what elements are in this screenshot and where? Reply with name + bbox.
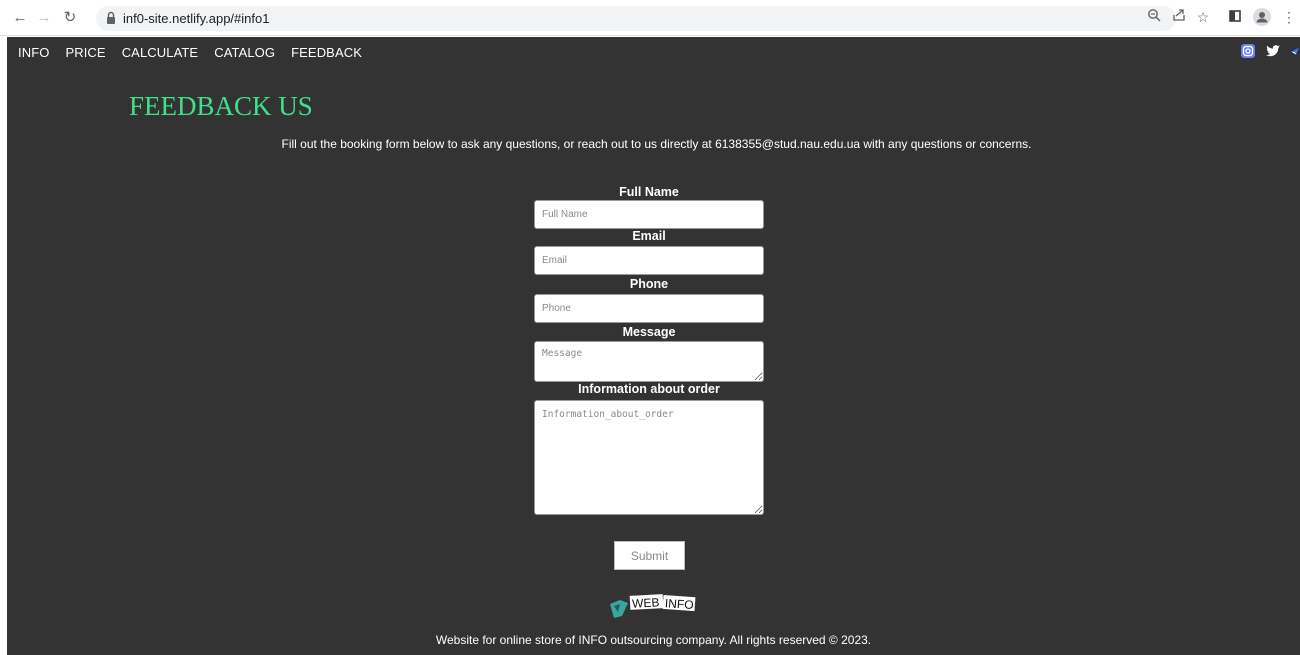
feedback-form: Full Name Email Phone Message Informatio… [534, 185, 764, 515]
zoom-icon[interactable] [1145, 8, 1163, 26]
nav-item-catalog[interactable]: CATALOG [214, 45, 275, 61]
message-label: Message [622, 325, 676, 339]
forward-arrow-icon[interactable]: → [34, 8, 54, 28]
profile-avatar-icon[interactable] [1253, 8, 1271, 26]
nav-item-price[interactable]: PRICE [65, 45, 105, 61]
nav-item-feedback[interactable]: FEEDBACK [291, 45, 362, 61]
main-nav: INFO PRICE CALCULATE CATALOG FEEDBACK [18, 45, 378, 61]
telegram-icon[interactable] [1290, 43, 1300, 59]
url-text: inf0-site.netlify.app/#info1 [123, 11, 270, 26]
twitter-icon[interactable] [1265, 43, 1281, 59]
address-bar[interactable]: inf0-site.netlify.app/#info1 [96, 6, 1176, 31]
email-input[interactable] [534, 246, 764, 275]
social-links [1240, 43, 1300, 59]
logo-text-web: WEB [632, 595, 660, 610]
webinfo-logo[interactable]: WEB INFO [608, 594, 696, 620]
logo-text-info: INFO [664, 596, 694, 612]
phone-label: Phone [629, 277, 669, 291]
lead-text: Fill out the booking form below to ask a… [7, 137, 1300, 151]
message-textarea[interactable] [534, 341, 764, 382]
side-panel-icon[interactable] [1226, 8, 1244, 26]
instagram-icon[interactable] [1240, 43, 1256, 59]
menu-kebab-icon[interactable]: ⋮ [1280, 8, 1298, 26]
site-page: INFO PRICE CALCULATE CATALOG FEEDBACK FE… [7, 37, 1300, 655]
browser-toolbar: ← → ↻ inf0-site.netlify.app/#info1 ☆ ⋮ [0, 0, 1300, 36]
order-info-textarea[interactable] [534, 400, 764, 515]
page-title: FEEDBACK US [129, 91, 313, 121]
order-info-label: Information about order [578, 382, 720, 396]
email-label: Email [632, 229, 666, 243]
share-icon[interactable] [1170, 8, 1188, 26]
bookmark-star-icon[interactable]: ☆ [1194, 8, 1212, 26]
lead-text-content: Fill out the booking form below to ask a… [281, 137, 1032, 151]
full-name-label: Full Name [619, 185, 679, 199]
back-arrow-icon[interactable]: ← [10, 8, 30, 28]
full-name-input[interactable] [534, 200, 764, 229]
nav-item-info[interactable]: INFO [18, 45, 49, 61]
nav-item-calculate[interactable]: CALCULATE [122, 45, 199, 61]
footer-text: Website for online store of INFO outsour… [435, 633, 872, 647]
phone-input[interactable] [534, 294, 764, 323]
reload-icon[interactable]: ↻ [60, 8, 80, 28]
submit-button[interactable]: Submit [614, 541, 685, 570]
lock-icon [107, 11, 115, 24]
